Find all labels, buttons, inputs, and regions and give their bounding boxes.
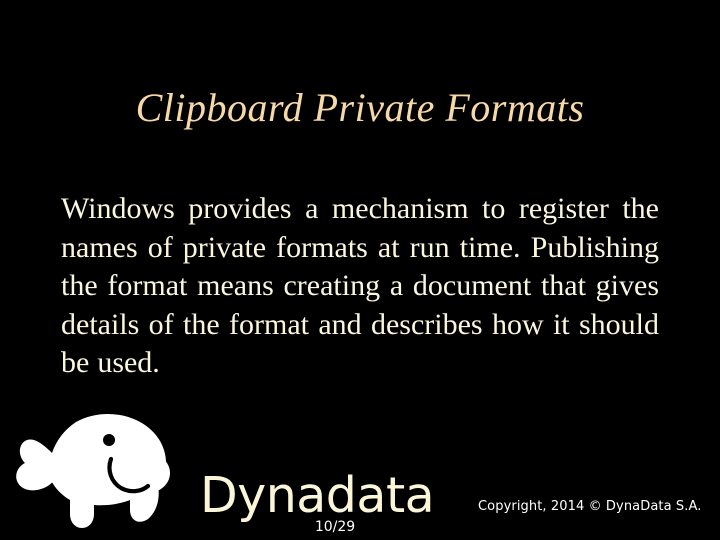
brand-wordmark: Dynadata — [200, 467, 435, 524]
slide-page-number: 10/29 — [314, 519, 356, 535]
manatee-logo-icon — [8, 404, 188, 540]
copyright-notice: Copyright, 2014 © DynaData S.A. — [478, 499, 702, 514]
page-title: Clipboard Private Formats — [135, 84, 585, 130]
slide-body-text: Windows provides a mechanism to register… — [61, 192, 659, 379]
presentation-slide: Clipboard Private Formats Windows provid… — [0, 0, 720, 540]
